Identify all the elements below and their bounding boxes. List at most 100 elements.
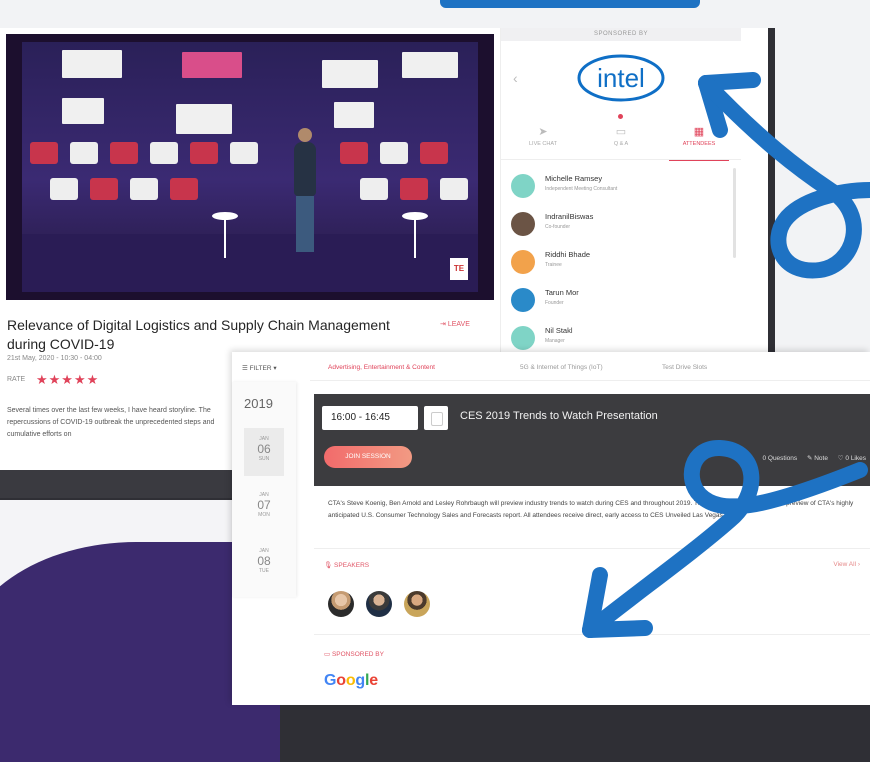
note-button[interactable]: ✎ Note: [807, 455, 828, 462]
attendee-item[interactable]: Tarun Mor Founder: [511, 284, 731, 320]
day-card[interactable]: JAN 07 MON: [244, 484, 284, 532]
avatar: [511, 250, 535, 274]
day-number: 07: [257, 498, 271, 512]
carousel-prev-icon[interactable]: ‹: [513, 70, 518, 86]
avatar: [511, 288, 535, 312]
stage-tile: [70, 142, 98, 164]
stage-tile: [360, 178, 388, 200]
tab-qa[interactable]: ▭ Q & A: [591, 125, 651, 159]
section-divider: [314, 634, 870, 635]
video-player[interactable]: TE: [6, 34, 494, 300]
attendee-role: Co-founder: [545, 224, 571, 230]
star-rating[interactable]: ★★★★★: [36, 372, 99, 388]
speakers-label: 🎙 SPEAKERS: [324, 562, 370, 569]
qa-icon: ▭: [615, 126, 627, 138]
stage-banner: [62, 98, 104, 124]
questions-count[interactable]: 0 Questions: [762, 455, 797, 462]
day-weekday: MON: [258, 512, 270, 518]
stage-tile: [110, 142, 138, 164]
video-frame: TE: [22, 42, 478, 292]
day-card[interactable]: JAN 08 TUE: [244, 540, 284, 588]
stage-banner: [176, 104, 232, 134]
speaker-avatar[interactable]: [404, 591, 430, 617]
tabs-underline: [310, 380, 870, 381]
leave-button[interactable]: ⇥ LEAVE: [440, 320, 496, 338]
tab-advertising[interactable]: Advertising, Entertainment & Content: [328, 360, 435, 381]
attendee-name: Michelle Ramsey: [545, 174, 603, 183]
attendee-role: Founder: [545, 300, 564, 306]
tab-label: ATTENDEES: [682, 141, 716, 147]
google-logo-letter: G: [324, 672, 337, 689]
stage-tile: [380, 142, 408, 164]
rate-label: RATE: [7, 376, 26, 383]
attendee-role: Independent Meeting Consultant: [545, 186, 618, 192]
stage-tile: [50, 178, 78, 200]
video-watermark: TE: [450, 258, 468, 280]
attendee-item[interactable]: Riddhi Bhade Trainee: [511, 246, 731, 282]
session-card-title: CES 2019 Trends to Watch Presentation: [460, 410, 658, 422]
day-weekday: TUE: [259, 568, 269, 574]
filter-button[interactable]: ☰ FILTER ▾: [242, 364, 277, 372]
stage-banner: [402, 52, 458, 78]
speaker-avatar[interactable]: [366, 591, 392, 617]
tab-test-drive[interactable]: Test Drive Slots: [662, 360, 707, 380]
avatar: [511, 326, 535, 350]
session-date: 21st May, 2020 - 10:30 - 04:00: [7, 355, 102, 362]
likes-count[interactable]: ♡ 0 Likes: [838, 455, 866, 462]
google-logo: Google: [324, 672, 378, 690]
session-sidebar: SPONSORED BY ‹ intel ➤ LIVE CHAT ▭ Q & A ▦…: [500, 28, 741, 373]
stage-tile: [170, 178, 198, 200]
stage-floor: [22, 234, 478, 292]
speaker-avatar[interactable]: [328, 591, 354, 617]
speaker-figure-legs: [296, 196, 314, 252]
stage-table-leg: [414, 218, 416, 258]
attendee-name: Nil Stakl: [545, 326, 573, 335]
session-card: 16:00 - 16:45 CES 2019 Trends to Watch P…: [314, 394, 870, 486]
avatar: [511, 212, 535, 236]
stage-banner: [182, 52, 242, 78]
stage-banner: [322, 60, 378, 88]
panel-footer-bar: [0, 470, 232, 498]
speaker-figure-head: [298, 128, 312, 142]
google-logo-letter: g: [355, 672, 365, 689]
tab-5g-iot[interactable]: 5G & Internet of Things (IoT): [520, 360, 603, 380]
stage-tile: [130, 178, 158, 200]
tab-label: Q & A: [613, 141, 629, 147]
stage-tile: [150, 142, 178, 164]
year-label: 2019: [244, 396, 273, 411]
google-logo-letter: e: [369, 672, 378, 689]
stage-tile: [340, 142, 368, 164]
intel-logo-text: intel: [597, 63, 645, 93]
decorative-blue-stroke: [440, 0, 700, 8]
day-card[interactable]: JAN 06 SUN: [244, 428, 284, 476]
stage-table-leg: [224, 218, 226, 258]
stage-tile: [400, 178, 428, 200]
day-number: 08: [257, 554, 271, 568]
send-icon: ➤: [538, 126, 548, 138]
attendee-name: Riddhi Bhade: [545, 250, 591, 259]
day-picker: 2019 JAN 06 SUN JAN 07 MON JAN 08 TUE: [232, 382, 296, 597]
bookmark-icon[interactable]: [424, 406, 448, 430]
stage-tile: [190, 142, 218, 164]
attendee-item[interactable]: Michelle Ramsey Independent Meeting Cons…: [511, 170, 731, 206]
join-session-button[interactable]: JOIN SESSION: [324, 446, 412, 468]
view-all-link[interactable]: View All ›: [833, 561, 860, 568]
google-logo-letter: o: [345, 672, 356, 689]
stage-tile: [440, 178, 468, 200]
sponsored-header: SPONSORED BY: [501, 28, 741, 41]
sponsored-label: ▭ SPONSORED BY: [324, 651, 384, 658]
day-number: 06: [257, 442, 271, 456]
sidebar-scrollbar[interactable]: [733, 168, 736, 258]
tab-attendees[interactable]: ▦ ATTENDEES: [669, 125, 729, 161]
attendee-item[interactable]: IndranilBiswas Co-founder: [511, 208, 731, 244]
tab-live-chat[interactable]: ➤ LIVE CHAT: [513, 125, 573, 159]
attendee-name: IndranilBiswas: [545, 212, 594, 221]
stage-banner: [334, 102, 374, 128]
session-stats: 0 Questions ✎ Note ♡ 0 Likes: [754, 454, 866, 462]
stage-tile: [90, 178, 118, 200]
calendar-icon: ▦: [693, 126, 705, 138]
leave-label: LEAVE: [447, 321, 470, 328]
exit-icon: ⇥: [440, 321, 446, 328]
carousel-indicator[interactable]: [618, 114, 623, 119]
stage-tile: [420, 142, 448, 164]
